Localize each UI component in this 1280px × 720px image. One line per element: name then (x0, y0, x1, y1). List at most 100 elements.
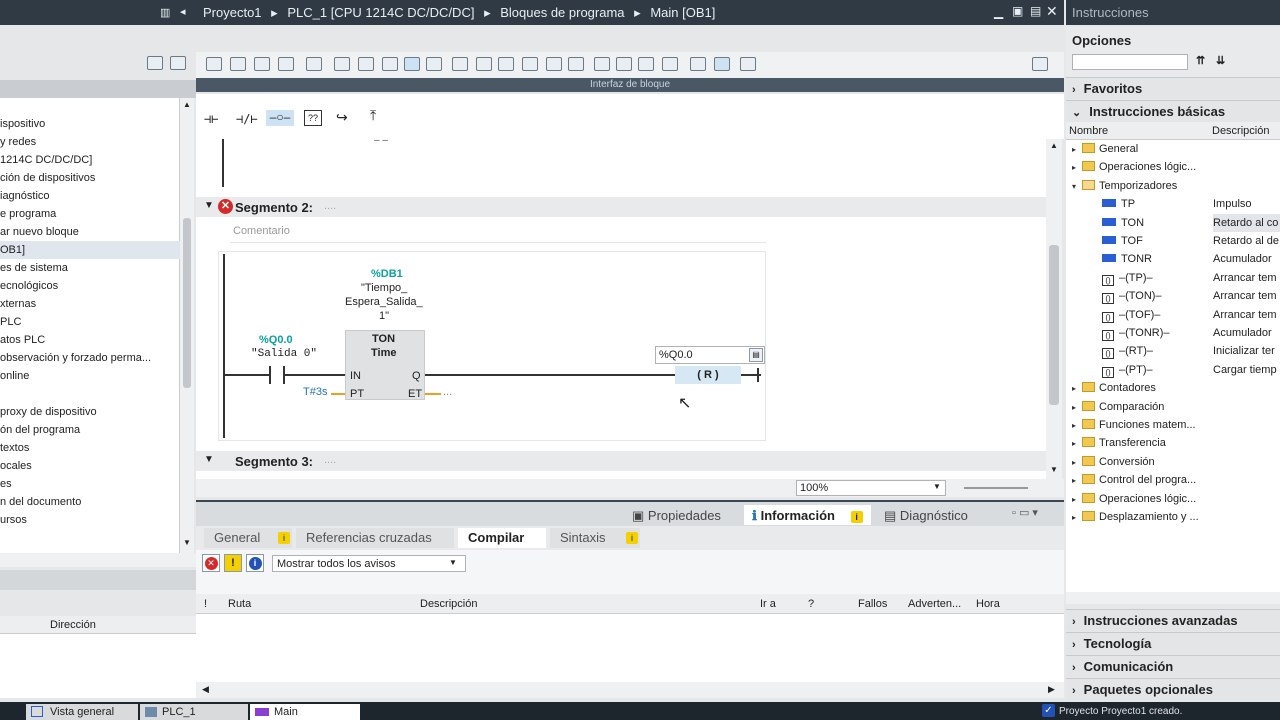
project-tree-item[interactable]: iagnóstico (0, 187, 180, 205)
instruction-item[interactable]: ▾ Temporizadores (1066, 177, 1280, 195)
project-tree-item[interactable]: ursos (0, 511, 180, 529)
reset-coil[interactable]: ( R ) (675, 366, 741, 384)
chevron-right-icon[interactable]: ▸ (1072, 491, 1082, 508)
project-tree-item[interactable]: n del documento (0, 493, 180, 511)
comment-icon[interactable] (404, 57, 420, 71)
nc-contact-icon[interactable]: ⊣/⊢ (236, 112, 258, 126)
instruction-item[interactable]: () –(TONR)– Acumulador (1066, 324, 1280, 342)
instruction-item[interactable]: ▸ Transferencia (1066, 434, 1280, 452)
compare-icon[interactable] (616, 57, 632, 71)
taskbar-vista-general[interactable]: Vista general (26, 704, 138, 720)
breadcrumb-item[interactable]: Proyecto1 (203, 5, 262, 20)
restore-icon[interactable]: ▣ (1012, 4, 1023, 18)
db-address[interactable]: %DB1 (371, 268, 403, 280)
minimize-icon[interactable]: ▁ (994, 5, 1003, 19)
chevron-right-icon[interactable]: ▸ (1072, 380, 1082, 397)
project-tree-item[interactable]: e programa (0, 205, 180, 223)
db-name-2[interactable]: Espera_Salida_ (345, 296, 423, 308)
instruction-item[interactable]: ▸ Conversión (1066, 453, 1280, 471)
instruction-item[interactable]: ▸ Funciones matem... (1066, 416, 1280, 434)
project-tree-item[interactable]: observación y forzado perma... (0, 349, 180, 367)
messages-column[interactable]: Fallos (858, 598, 887, 610)
absolute-icon[interactable] (334, 57, 350, 71)
collapse-segment-icon[interactable]: ▼ (204, 200, 214, 211)
float-icon[interactable]: ▤ (1030, 4, 1041, 18)
project-tree-item[interactable]: xternas (0, 295, 180, 313)
operand-browse-icon[interactable]: ▤ (749, 348, 763, 362)
no-contact[interactable] (269, 366, 285, 384)
delete-network-icon[interactable] (230, 57, 246, 71)
messages-column[interactable]: Descripción (420, 598, 477, 610)
monitor-icon[interactable] (306, 57, 322, 71)
glasses-icon[interactable] (714, 57, 730, 71)
project-tree-scrollbar[interactable]: ▲ ▼ (180, 98, 194, 553)
section-instrucciones-basicas[interactable]: ⌄ Instrucciones básicas (1066, 100, 1280, 122)
instruction-item[interactable]: ▸ Contadores (1066, 379, 1280, 397)
instruction-item[interactable]: ▸ Operaciones lógic... (1066, 490, 1280, 508)
segment-2-comment[interactable]: Comentario (230, 221, 766, 243)
breadcrumb-item[interactable]: PLC_1 [CPU 1214C DC/DC/DC] (287, 5, 474, 20)
chevron-down-icon[interactable]: ▾ (1072, 178, 1082, 195)
add-icon[interactable] (170, 56, 186, 70)
instruction-item[interactable]: TON Retardo al co (1066, 213, 1280, 232)
subtab[interactable]: Referencias cruzadas (296, 528, 454, 548)
close-branch-icon[interactable]: ⤒ (370, 107, 376, 124)
section-instrucciones-avanzadas[interactable]: › Instrucciones avanzadas (1066, 609, 1280, 631)
chevron-down-icon[interactable]: ▼ (449, 558, 457, 567)
compile-icon[interactable] (740, 57, 756, 71)
breadcrumb-item[interactable]: Main [OB1] (650, 5, 715, 20)
contact-tag[interactable]: "Salida 0" (251, 348, 317, 360)
project-tree-item[interactable]: textos (0, 439, 180, 457)
section-tecnologia[interactable]: › Tecnología (1066, 632, 1280, 654)
breadcrumb-item[interactable]: Bloques de programa (500, 5, 624, 20)
messages-column[interactable]: Ir a (760, 598, 776, 610)
zoom-select[interactable]: 100% ▼ (796, 480, 946, 496)
section-favoritos[interactable]: › Favoritos (1066, 77, 1280, 99)
instruction-item[interactable]: TP Impulso (1066, 195, 1280, 213)
collapse-icon[interactable] (452, 57, 468, 71)
project-tree-item[interactable]: ecnológicos (0, 277, 180, 295)
chevron-right-icon[interactable]: ▸ (1072, 159, 1082, 176)
coil-operand-field[interactable]: %Q0.0 ▤ (655, 346, 765, 364)
instruction-item[interactable]: TONR Acumulador (1066, 250, 1280, 268)
tab-properties[interactable]: ▣ Propiedades (624, 505, 729, 525)
next-error-icon[interactable] (594, 57, 610, 71)
pin-icon[interactable]: ▥ (160, 6, 170, 19)
messages-column[interactable]: Ruta (228, 598, 251, 610)
collapse-left-icon[interactable]: ◂ (180, 5, 186, 18)
instruction-item[interactable]: () –(PT)– Cargar tiemp (1066, 361, 1280, 379)
project-tree-item[interactable]: proxy de dispositivo (0, 403, 180, 421)
empty-box-icon[interactable]: ?? (304, 110, 322, 126)
chevron-down-icon[interactable]: ▼ (933, 482, 941, 491)
segment-2-header[interactable]: ▼ ✕ Segmento 2: .... (196, 197, 1046, 217)
messages-column[interactable]: ! (204, 598, 207, 610)
subtab[interactable]: Compilar (458, 528, 546, 548)
messages-column[interactable]: Adverten... (908, 598, 961, 610)
goto-error-icon[interactable] (546, 57, 562, 71)
project-tree-item[interactable]: ar nuevo bloque (0, 223, 180, 241)
instruction-item[interactable]: ▸ Comparación (1066, 398, 1280, 416)
chevron-right-icon[interactable]: ▸ (1072, 472, 1082, 489)
project-tree-item[interactable]: es (0, 475, 180, 493)
instruction-item[interactable]: () –(TON)– Arrancar tem (1066, 287, 1280, 305)
instruction-item[interactable]: ▸ Control del progra... (1066, 471, 1280, 489)
project-tree-item[interactable]: ispositivo (0, 115, 180, 133)
project-tree-item[interactable]: ón del programa (0, 421, 180, 439)
overview-icon[interactable] (147, 56, 163, 70)
project-tree-item[interactable]: ocales (0, 457, 180, 475)
panel-toggle-icon[interactable] (1032, 57, 1048, 71)
ton-box[interactable]: TON Time IN PT Q ET (345, 330, 425, 400)
open-branch-icon[interactable]: ↪ (336, 109, 348, 126)
diagram-icon[interactable] (498, 57, 514, 71)
db-name-3[interactable]: 1" (379, 310, 389, 322)
project-tree-item[interactable] (0, 385, 180, 403)
instruction-list-hscroll[interactable] (1066, 592, 1280, 604)
copy-icon[interactable] (254, 57, 270, 71)
crossref-icon[interactable] (638, 57, 654, 71)
messages-column[interactable]: Hora (976, 598, 1000, 610)
chevron-right-icon[interactable]: ▸ (1072, 435, 1082, 452)
close-icon[interactable]: ✕ (1046, 3, 1058, 20)
db-name-1[interactable]: "Tiempo_ (361, 282, 407, 294)
zoom-slider[interactable] (964, 487, 1028, 489)
chevron-right-icon[interactable]: ▸ (1072, 417, 1082, 434)
